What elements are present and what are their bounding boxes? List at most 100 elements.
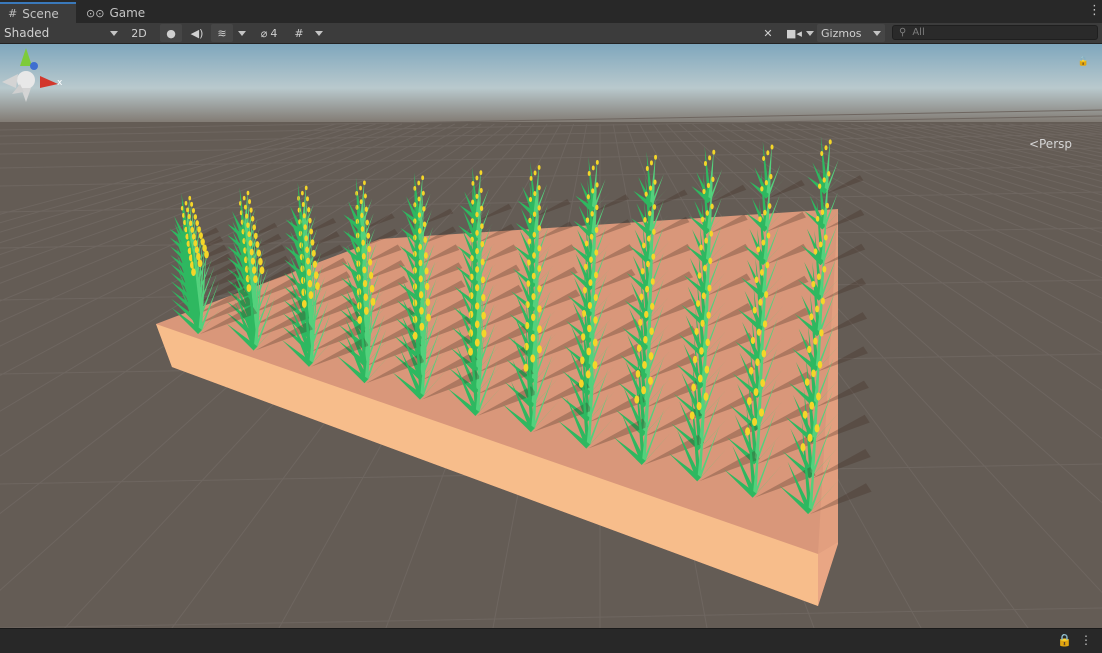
crop-grain	[423, 237, 427, 243]
crop-grain	[586, 370, 591, 378]
layers-icon: ≋	[217, 27, 226, 40]
crop-grain	[251, 216, 254, 222]
crop-grain	[302, 202, 305, 207]
crop-grain	[366, 233, 370, 239]
crop-grain	[803, 411, 808, 419]
audio-toggle-button[interactable]: ◀)	[186, 24, 208, 42]
crop-grain	[371, 298, 376, 306]
crop-grain	[303, 224, 306, 230]
more-options-icon[interactable]: ⋮	[1080, 633, 1092, 647]
crop-grain	[247, 231, 251, 237]
crop-grain	[363, 180, 366, 185]
crop-grain	[186, 207, 189, 212]
effects-toggle-button[interactable]: ≋	[211, 24, 233, 42]
crop-grain	[248, 199, 251, 204]
crop-grain	[704, 238, 708, 244]
scene-search-input[interactable]: ⚲ All	[892, 25, 1098, 40]
crop-grain	[707, 183, 710, 188]
crop-grain	[807, 434, 812, 442]
tab-scene[interactable]: # Scene	[0, 2, 76, 23]
crop-grain	[747, 397, 752, 405]
crop-grain	[538, 165, 541, 170]
crop-grain	[585, 241, 589, 247]
crop-grain	[426, 298, 431, 306]
lock-icon[interactable]: 🔒	[1057, 633, 1072, 647]
y-axis-cone[interactable]	[20, 48, 32, 66]
crop-grain	[314, 271, 319, 279]
tools-button[interactable]: ✕	[758, 24, 778, 42]
crop-grain	[249, 240, 253, 246]
neg-x-axis-cone[interactable]	[2, 74, 18, 88]
crop-grain	[758, 216, 761, 222]
crop-grain	[199, 232, 203, 239]
crop-grain	[594, 272, 598, 279]
crop-grain	[298, 208, 301, 213]
crop-grain	[419, 307, 424, 315]
more-options-icon[interactable]: ⋮	[1088, 4, 1094, 18]
tab-game[interactable]: ⊙⊙ Game	[78, 3, 146, 23]
hidden-objects-toggle[interactable]: ⌀ 4	[254, 24, 284, 42]
crop-grain	[588, 171, 591, 176]
lock-icon[interactable]: 🔒	[1078, 57, 1089, 67]
crop-grain	[204, 251, 209, 259]
scene-viewport[interactable]: 🔒 x <Persp	[0, 44, 1102, 628]
lighting-toggle-button[interactable]: ●	[160, 24, 182, 42]
draw-mode-dropdown[interactable]: Shaded	[4, 24, 118, 42]
draw-mode-label: Shaded	[4, 26, 49, 40]
crop-grain	[190, 227, 194, 233]
crop-grain	[424, 252, 428, 259]
tab-scene-label: Scene	[22, 7, 59, 21]
crop-grain	[362, 267, 366, 274]
crop-grain	[823, 177, 826, 182]
crop-grain	[768, 203, 771, 209]
z-axis-cone[interactable]	[30, 62, 38, 70]
crop-grain	[537, 325, 542, 333]
crop-grain	[818, 361, 823, 369]
crop-grain	[700, 320, 704, 327]
toggle-2d-button[interactable]: 2D	[126, 24, 152, 42]
crop-grain	[307, 207, 310, 212]
crop-grain	[470, 255, 474, 261]
crop-grain	[638, 319, 642, 326]
crop-grain	[824, 234, 828, 240]
gizmos-dropdown[interactable]: Gizmos	[817, 24, 885, 42]
crop-grain	[647, 236, 651, 242]
crop-grain	[824, 145, 827, 150]
crop-grain	[594, 294, 598, 301]
crop-grain	[704, 393, 709, 401]
crop-grain	[413, 251, 417, 257]
crop-grain	[698, 375, 703, 383]
grid-toggle-button[interactable]: #	[289, 24, 309, 42]
crop-grain	[583, 287, 587, 294]
crop-grain	[247, 191, 250, 196]
projection-toggle[interactable]: <Persp	[1029, 137, 1072, 151]
effects-dropdown[interactable]	[235, 24, 249, 42]
crop-grain	[362, 253, 366, 259]
crop-grain	[417, 181, 420, 186]
crop-grain	[300, 254, 304, 260]
crop-grain	[649, 327, 654, 335]
crop-grain	[413, 332, 418, 340]
crop-grain	[301, 277, 305, 284]
crop-grain	[650, 160, 653, 165]
tools-icon: ✕	[763, 27, 772, 40]
crop-grain	[769, 174, 772, 179]
crop-grain	[698, 272, 702, 278]
crop-grain	[260, 266, 265, 274]
crop-grain	[709, 231, 713, 237]
gizmos-label: Gizmos	[821, 27, 862, 40]
grid-dropdown[interactable]	[312, 24, 326, 42]
crop-grain	[367, 246, 371, 252]
crop-grain	[469, 311, 473, 318]
x-axis-cone[interactable]	[40, 76, 58, 88]
crop-grain	[413, 218, 416, 223]
orientation-gizmo[interactable]: x	[0, 44, 64, 108]
crop-grain	[475, 230, 479, 236]
crop-grain	[579, 380, 584, 388]
crop-grain	[480, 223, 484, 229]
camera-dropdown[interactable]: ■◂	[784, 24, 816, 42]
crop-grain	[528, 218, 531, 224]
crop-grain	[419, 275, 423, 282]
crop-grain	[771, 145, 774, 150]
crop-grain	[704, 161, 707, 166]
